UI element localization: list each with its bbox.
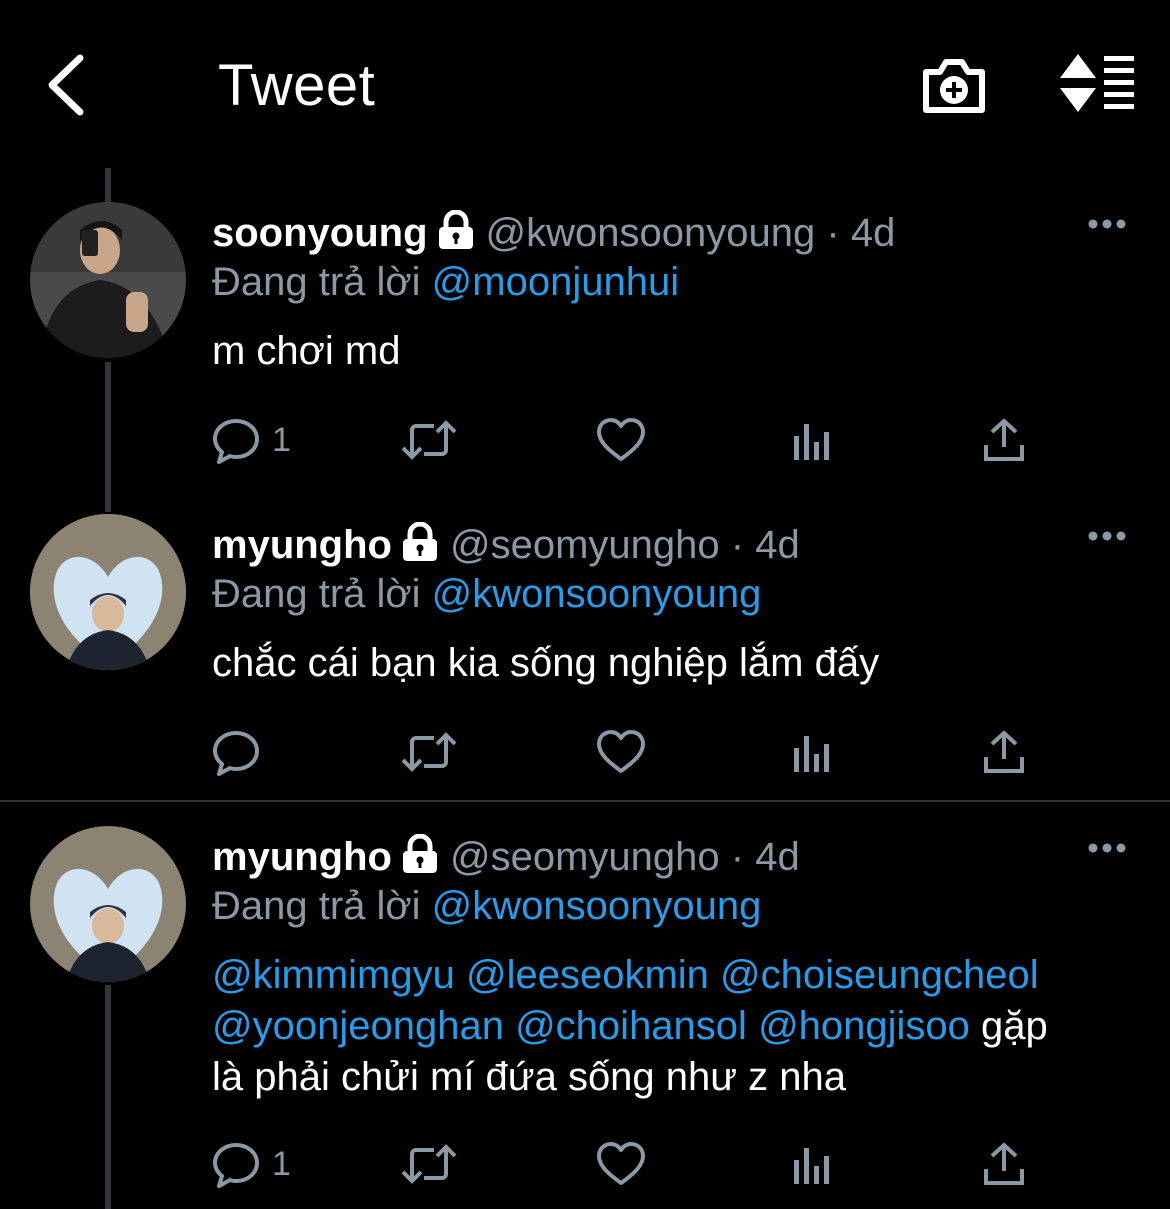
replying-to: Đang trả lời @kwonsoonyoung xyxy=(212,572,761,617)
text-fragment: gặp xyxy=(981,1004,1048,1048)
like-button[interactable] xyxy=(596,724,646,780)
reply-prefix: Đang trả lời xyxy=(212,260,421,304)
tweet-header: soonyoung @kwonsoonyoung · 4d xyxy=(212,209,896,260)
top-bar: Tweet xyxy=(0,0,1170,170)
reply-prefix: Đang trả lời xyxy=(212,572,421,616)
reply-button[interactable]: 1 xyxy=(212,412,291,468)
share-icon xyxy=(984,418,1024,461)
timestamp: 4d xyxy=(850,211,896,255)
separator-dot: · xyxy=(826,211,840,255)
reply-count: 1 xyxy=(272,1144,291,1183)
retweet-button[interactable] xyxy=(400,724,458,780)
tweet-header: myungho @seomyungho · 4d xyxy=(212,521,800,572)
like-button[interactable] xyxy=(596,412,646,468)
reply-button[interactable]: 1 xyxy=(212,1136,291,1192)
retweet-icon xyxy=(401,420,457,460)
display-name[interactable]: soonyoung xyxy=(212,211,428,255)
analytics-button[interactable] xyxy=(792,412,832,468)
mention-link[interactable]: @choihansol xyxy=(515,1004,747,1048)
timestamp: 4d xyxy=(755,523,800,567)
camera-add-icon xyxy=(923,59,985,113)
separator-dot: · xyxy=(730,523,745,567)
mention-link[interactable]: @yoonjeonghan xyxy=(212,1004,504,1048)
back-button[interactable] xyxy=(40,52,100,118)
display-name[interactable]: myungho xyxy=(212,523,392,567)
analytics-icon xyxy=(794,736,829,772)
more-icon xyxy=(1088,531,1126,541)
analytics-icon xyxy=(794,1148,829,1184)
tweet[interactable]: myungho @seomyungho · 4d Đang trả lời @kw… xyxy=(0,826,1170,1209)
retweet-button[interactable] xyxy=(400,1136,458,1192)
tweet-actions: 1 xyxy=(212,412,1062,472)
reply-button[interactable] xyxy=(212,724,272,780)
avatar[interactable] xyxy=(30,202,186,358)
retweet-icon xyxy=(401,732,457,772)
thread-line xyxy=(105,168,111,202)
more-icon xyxy=(1088,219,1126,229)
heart-icon xyxy=(597,418,645,461)
share-icon xyxy=(984,1142,1024,1185)
mention-link[interactable]: @kimmimgyu xyxy=(212,953,455,997)
analytics-button[interactable] xyxy=(792,1136,832,1192)
tweet-actions xyxy=(212,724,1062,784)
reply-prefix: Đang trả lời xyxy=(212,884,421,928)
replying-to: Đang trả lời @kwonsoonyoung xyxy=(212,884,761,929)
heart-icon xyxy=(597,730,645,773)
tweet-actions: 1 xyxy=(212,1136,1062,1196)
mention-link[interactable]: @choiseungcheol xyxy=(720,953,1039,997)
chevron-left-icon xyxy=(48,54,84,116)
lock-icon xyxy=(400,521,440,572)
text-line: @yoonjeonghan @choihansol @hongjisoo gặp xyxy=(212,1001,1048,1052)
share-icon xyxy=(984,730,1024,773)
more-icon xyxy=(1088,843,1126,853)
text-line: @kimmimgyu @leeseokmin @choiseungcheol xyxy=(212,950,1048,1001)
tweet[interactable]: myungho @seomyungho · 4d Đang trả lời @kw… xyxy=(0,514,1170,800)
divider xyxy=(0,800,1170,802)
user-handle[interactable]: @seomyungho xyxy=(450,835,720,879)
tweet-text: @kimmimgyu @leeseokmin @choiseungcheol @… xyxy=(212,950,1048,1103)
tweet-text: chắc cái bạn kia sống nghiệp lắm đấy xyxy=(212,641,880,685)
retweet-button[interactable] xyxy=(400,412,458,468)
avatar[interactable] xyxy=(30,826,186,982)
more-options-button[interactable] xyxy=(1088,838,1128,858)
analytics-icon xyxy=(794,424,829,460)
text-line: là phải chửi mí đứa sống như z nha xyxy=(212,1055,847,1099)
replying-to: Đang trả lời @moonjunhui xyxy=(212,260,679,305)
more-options-button[interactable] xyxy=(1088,526,1128,546)
reply-icon xyxy=(213,419,259,464)
display-name[interactable]: myungho xyxy=(212,835,392,879)
camera-add-button[interactable] xyxy=(920,52,988,116)
lock-icon xyxy=(436,209,476,260)
tweet-header: myungho @seomyungho · 4d xyxy=(212,833,800,884)
mention-link[interactable]: @kwonsoonyoung xyxy=(432,572,762,616)
like-button[interactable] xyxy=(596,1136,646,1192)
tweet-text: m chơi md xyxy=(212,329,401,373)
tweet[interactable]: soonyoung @kwonsoonyoung · 4d Đang trả lờ… xyxy=(0,202,1170,502)
more-options-button[interactable] xyxy=(1088,214,1128,234)
share-button[interactable] xyxy=(982,724,1026,780)
mention-link[interactable]: @leeseokmin xyxy=(466,953,709,997)
separator-dot: · xyxy=(730,835,745,879)
sort-button[interactable] xyxy=(1058,52,1138,114)
avatar[interactable] xyxy=(30,514,186,670)
timestamp: 4d xyxy=(755,835,800,879)
sort-icon xyxy=(1060,54,1134,112)
reply-icon xyxy=(213,1143,259,1188)
user-handle[interactable]: @seomyungho xyxy=(450,523,720,567)
lock-icon xyxy=(400,833,440,884)
analytics-button[interactable] xyxy=(792,724,832,780)
retweet-icon xyxy=(401,1144,457,1184)
page-title: Tweet xyxy=(218,53,376,118)
mention-link[interactable]: @hongjisoo xyxy=(758,1004,970,1048)
heart-icon xyxy=(597,1142,645,1185)
mention-link[interactable]: @moonjunhui xyxy=(432,260,679,304)
user-handle[interactable]: @kwonsoonyoung xyxy=(486,211,816,255)
reply-icon xyxy=(213,731,259,776)
reply-count: 1 xyxy=(272,420,291,459)
share-button[interactable] xyxy=(982,1136,1026,1192)
share-button[interactable] xyxy=(982,412,1026,468)
mention-link[interactable]: @kwonsoonyoung xyxy=(432,884,762,928)
